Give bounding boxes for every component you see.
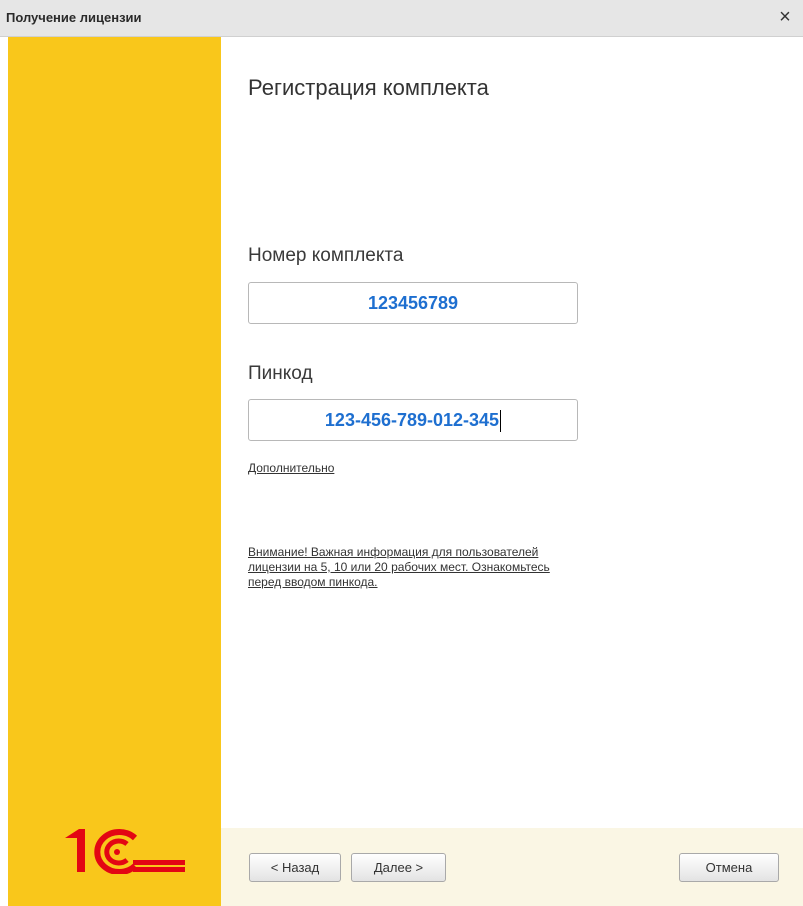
warning-line: перед вводом пинкода. bbox=[248, 575, 378, 589]
set-number-value: 123456789 bbox=[367, 293, 459, 313]
warning-line: Внимание! Важная информация для пользова… bbox=[248, 545, 539, 559]
brand-sidebar bbox=[8, 37, 221, 906]
warning-line: лицензии на 5, 10 или 20 рабочих мест. О… bbox=[248, 560, 550, 574]
cancel-button[interactable]: Отмена bbox=[679, 853, 779, 882]
warning-link[interactable]: Внимание! Важная информация для пользова… bbox=[248, 545, 668, 590]
page-title: Регистрация комплекта bbox=[248, 75, 489, 100]
pincode-label: Пинкод bbox=[248, 363, 313, 384]
button-bar: < Назад Далее > Отмена bbox=[221, 828, 803, 906]
title-bar: Получение лицензии × bbox=[0, 0, 803, 37]
next-button[interactable]: Далее > bbox=[351, 853, 446, 882]
text-caret bbox=[500, 410, 502, 433]
advanced-link[interactable]: Дополнительно bbox=[248, 461, 334, 475]
set-number-input[interactable]: 123456789 bbox=[248, 282, 578, 324]
pincode-input[interactable]: 123-456-789-012-345 bbox=[248, 399, 578, 441]
pincode-value: 123-456-789-012-345 bbox=[324, 410, 500, 430]
back-button[interactable]: < Назад bbox=[249, 853, 341, 882]
1c-logo-icon bbox=[65, 829, 185, 874]
close-icon[interactable]: × bbox=[773, 4, 797, 30]
window-title: Получение лицензии bbox=[6, 10, 142, 25]
form-panel: Регистрация комплекта Номер комплекта 12… bbox=[221, 37, 803, 906]
set-number-label: Номер комплекта bbox=[248, 245, 404, 266]
